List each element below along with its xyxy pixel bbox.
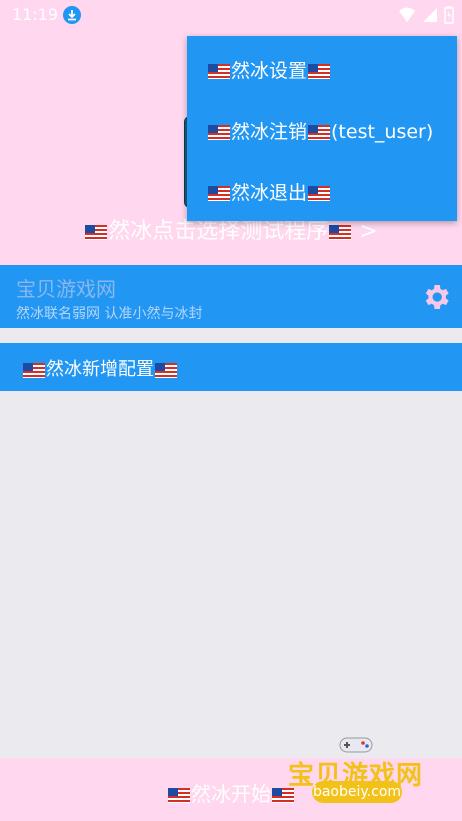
us-flag-icon	[308, 186, 331, 201]
menu-item-settings-label: 然冰设置	[231, 60, 308, 82]
us-flag-icon	[168, 788, 190, 803]
download-icon	[63, 6, 81, 24]
watermark-domain: baobeiy.com	[312, 781, 402, 803]
game-bar[interactable]: 宝贝游戏网 然冰联名弱网 认准小然与冰封	[0, 265, 462, 328]
battery-icon	[444, 6, 454, 24]
us-flag-icon	[155, 362, 177, 378]
game-name: 宝贝游戏网	[16, 277, 116, 301]
menu-item-exit-label: 然冰退出	[231, 182, 308, 204]
dropdown-menu: 然冰设置 然冰注销 (test_user) 然冰退出	[187, 36, 457, 221]
us-flag-icon	[308, 125, 331, 140]
app-screen: 11:19 然 然冰点击选择测试程序 > 宝贝游戏网 然冰联名弱网 认准小然与冰…	[0, 0, 462, 821]
us-flag-icon	[208, 125, 230, 140]
menu-item-logout[interactable]: 然冰注销 (test_user)	[207, 117, 433, 144]
add-config-button[interactable]: 然冰新增配置	[0, 343, 462, 391]
watermark: 宝贝游戏网 baobeiy.com	[286, 733, 436, 815]
wifi-icon	[399, 7, 415, 22]
menu-item-logout-user: (test_user)	[331, 121, 434, 143]
menu-item-settings[interactable]: 然冰设置	[207, 56, 331, 83]
us-flag-icon	[23, 362, 45, 378]
us-flag-icon	[329, 224, 352, 240]
add-config-text: 然冰新增配置	[46, 359, 154, 380]
start-text: 然冰开始	[191, 782, 271, 806]
menu-item-logout-label: 然冰注销	[231, 121, 308, 143]
menu-item-exit[interactable]: 然冰退出	[207, 178, 331, 205]
us-flag-icon	[208, 186, 230, 201]
gamepad-icon	[339, 737, 373, 753]
us-flag-icon	[85, 224, 108, 240]
signal-icon	[423, 8, 437, 22]
status-bar: 11:19	[0, 0, 462, 30]
game-subtitle: 然冰联名弱网 认准小然与冰封	[16, 306, 203, 322]
gear-icon[interactable]	[420, 281, 452, 313]
status-time: 11:19	[12, 5, 59, 24]
select-program-label: 然冰点击选择测试程序	[108, 219, 329, 244]
us-flag-icon	[308, 64, 331, 79]
system-icons	[398, 6, 454, 24]
chevron-right-icon: >	[359, 219, 378, 244]
us-flag-icon	[208, 64, 230, 79]
add-config-label: 然冰新增配置	[22, 355, 178, 381]
